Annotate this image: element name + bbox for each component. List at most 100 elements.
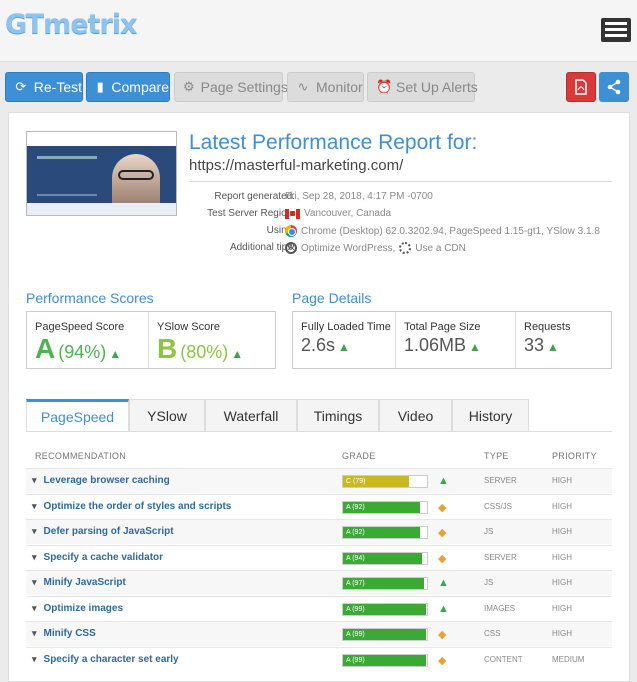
report-url[interactable]: https://masterful-marketing.com/ <box>189 157 403 174</box>
alarm-clock-icon: ⏰ <box>376 79 393 94</box>
recommendation-type: JS <box>484 578 494 587</box>
optimize-wordpress-link[interactable]: Optimize WordPress, <box>301 243 395 254</box>
grade-fill: A (99) <box>343 654 427 666</box>
recommendation-priority: HIGH <box>552 578 572 587</box>
grade-bar: A (99) <box>342 602 428 616</box>
recommendation-priority: HIGH <box>552 476 572 485</box>
performance-scores-title: Performance Scores <box>26 290 154 306</box>
header-recommendation: RECOMMENDATION <box>35 451 127 461</box>
grade-fill: A (92) <box>343 501 421 513</box>
recommendation-name[interactable]: Optimize images <box>32 603 123 614</box>
share-icon[interactable] <box>599 72 629 102</box>
tab-waterfall[interactable]: Waterfall <box>205 399 297 431</box>
site-screenshot-thumbnail <box>26 131 177 216</box>
grade-bar: C (79) <box>342 475 428 488</box>
trend-up-icon: ▲ <box>547 340 559 354</box>
tab-timings[interactable]: Timings <box>297 399 379 431</box>
gtmetrix-logo[interactable]: GTmetrix <box>5 9 137 40</box>
table-row[interactable]: Specify a character set early A (99) ◆ CONT… <box>26 646 612 672</box>
recommendation-type: IMAGES <box>484 603 516 613</box>
recommendation-name[interactable]: Specify a cache validator <box>32 552 164 563</box>
requests: Requests 33 ▲ <box>516 312 611 368</box>
recommendation-name[interactable]: Minify CSS <box>32 628 96 639</box>
table-row[interactable]: Minify JavaScript A (97) ▲ JS HIGH <box>26 570 612 595</box>
recommendation-name[interactable]: Specify a character set early <box>32 654 179 665</box>
pagespeed-score: PageSpeed Score A (94%) ▲ <box>27 312 149 368</box>
trend-up-icon: ▲ <box>338 340 350 354</box>
grade-fill: A (99) <box>343 629 427 640</box>
document-icon: ▮ <box>96 79 104 94</box>
recommendation-priority: MEDIUM <box>552 654 585 664</box>
pulse-icon: ∿ <box>297 79 309 94</box>
trend-up-icon: ▲ <box>438 475 449 487</box>
monitor-button[interactable]: ∿ Monitor <box>287 72 364 102</box>
grade-bar: A (99) <box>342 653 428 667</box>
report-tabs: PageSpeed YSlow Waterfall Timings Video … <box>26 399 529 431</box>
recommendation-name[interactable]: Optimize the order of styles and scripts <box>32 501 232 512</box>
grade-bar: A (92) <box>342 500 428 514</box>
page-details-title: Page Details <box>292 290 372 306</box>
header-priority: PRIORITY <box>552 451 597 461</box>
recommendation-type: CSS/JS <box>484 501 513 511</box>
top-bar: GTmetrix <box>0 0 637 62</box>
trend-up-icon: ▲ <box>109 347 122 361</box>
recommendation-priority: HIGH <box>552 552 572 562</box>
tab-yslow[interactable]: YSlow <box>129 399 205 431</box>
total-page-size: Total Page Size 1.06MB ▲ <box>396 312 516 368</box>
recommendation-name[interactable]: Leverage browser caching <box>32 475 170 486</box>
grade-fill: A (99) <box>343 603 427 615</box>
trend-up-icon: ▲ <box>438 577 449 589</box>
set-up-alerts-button[interactable]: ⏰ Set Up Alerts <box>367 72 478 102</box>
share-icon-glyph <box>607 79 621 95</box>
no-change-icon: ◆ <box>438 654 447 667</box>
performance-scores-box: PageSpeed Score A (94%) ▲ YSlow Score B (80… <box>26 311 276 369</box>
no-change-icon: ◆ <box>438 501 447 514</box>
recommendation-type: JS <box>484 527 494 536</box>
table-row[interactable]: Minify CSS A (99) ◆ CSS HIGH <box>26 621 612 646</box>
cdn-icon <box>399 242 412 254</box>
recommendation-name[interactable]: Minify JavaScript <box>32 577 126 588</box>
recommendation-name[interactable]: Defer parsing of JavaScript <box>32 526 174 537</box>
pdf-icon[interactable] <box>566 72 596 102</box>
table-row[interactable]: Optimize images A (99) ▲ IMAGES HIGH <box>26 595 612 621</box>
fully-loaded-time: Fully Loaded Time 2.6s ▲ <box>293 312 396 368</box>
grade-bar: A (97) <box>342 577 428 590</box>
grade-bar: A (94) <box>342 551 428 565</box>
table-row[interactable]: Optimize the order of styles and scripts… <box>26 493 612 519</box>
recommendation-priority: HIGH <box>552 527 572 536</box>
header-grade: GRADE <box>342 451 376 461</box>
report-title: Latest Performance Report for: <box>189 131 478 154</box>
recommendation-priority: HIGH <box>552 501 572 511</box>
retest-button[interactable]: ⟳ Re-Test <box>5 72 83 102</box>
recommendation-priority: HIGH <box>552 603 572 613</box>
tab-video[interactable]: Video <box>379 399 452 431</box>
yslow-score: YSlow Score B (80%) ▲ <box>149 312 275 368</box>
page-settings-button[interactable]: ⚙ Page Settings <box>174 72 288 102</box>
compare-button[interactable]: ▮ Compare <box>86 72 170 102</box>
use-cdn-link[interactable]: Use a CDN <box>415 243 466 254</box>
trend-up-icon: ▲ <box>231 347 244 361</box>
grade-fill: A (92) <box>343 527 421 538</box>
tab-history[interactable]: History <box>452 399 529 431</box>
pdf-icon-glyph <box>575 79 587 95</box>
gear-icon: ⚙ <box>183 79 195 94</box>
page-details-box: Fully Loaded Time 2.6s ▲ Total Page Size … <box>292 311 612 369</box>
trend-up-icon: ▲ <box>438 602 449 615</box>
canada-flag-icon <box>285 208 300 219</box>
grade-fill: A (94) <box>343 552 422 564</box>
table-row[interactable]: Defer parsing of JavaScript A (92) ◆ JS HIGH <box>26 519 612 544</box>
no-change-icon: ◆ <box>438 552 447 565</box>
tab-pagespeed[interactable]: PageSpeed <box>26 399 129 431</box>
grade-fill: A (97) <box>343 578 425 589</box>
grade-bar: A (92) <box>342 526 428 539</box>
table-row[interactable]: Leverage browser caching C (79) ▲ SERVER HIG… <box>26 468 612 493</box>
no-change-icon: ◆ <box>438 527 447 539</box>
recommendation-type: CONTENT <box>484 654 523 664</box>
wordpress-icon: W <box>285 242 297 254</box>
grade-bar: A (99) <box>342 628 428 641</box>
header-type: TYPE <box>484 451 509 461</box>
hamburger-menu-icon[interactable] <box>601 18 631 42</box>
recommendation-type: CSS <box>484 629 501 638</box>
table-row[interactable]: Specify a cache validator A (94) ◆ SERVER HI… <box>26 544 612 570</box>
action-toolbar: ⟳ Re-Test ▮ Compare ⚙ Page Settings ∿ Mo… <box>0 72 637 104</box>
